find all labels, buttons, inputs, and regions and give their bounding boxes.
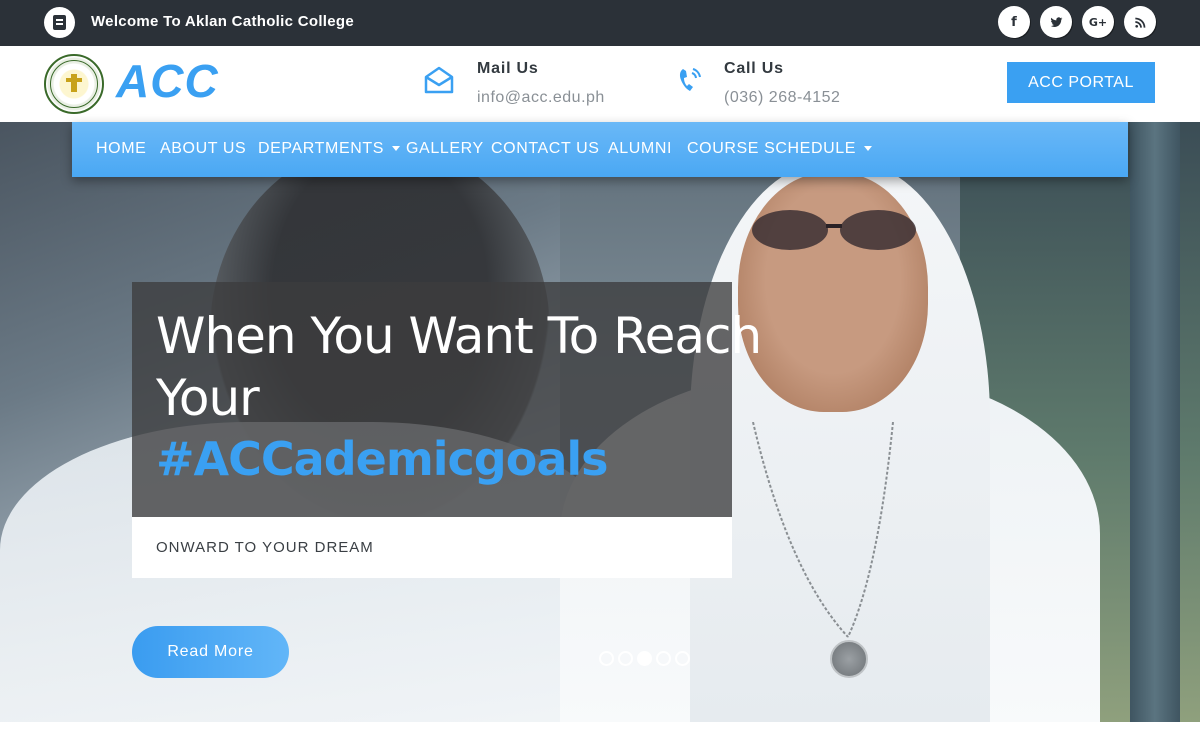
college-seal-logo[interactable] (44, 54, 104, 114)
slide-subtitle-box: ONWARD TO YOUR DREAM (132, 517, 732, 578)
cross-icon (66, 74, 82, 92)
nav-label: CONTACT US (491, 140, 600, 157)
nav-label: ABOUT US (160, 140, 247, 157)
slide-heading-line1: When You Want To Reach (156, 307, 762, 365)
nav-item-gallery[interactable]: GALLERY (406, 140, 484, 158)
slide-caption: When You Want To Reach Your #ACCademicgo… (132, 282, 762, 517)
nav-item-alumni[interactable]: ALUMNI (608, 140, 672, 158)
phone-number[interactable]: (036) 268-4152 (724, 89, 840, 107)
slider-pagination (599, 651, 690, 667)
nav-item-course-schedule[interactable]: COURSE SCHEDULE (687, 140, 873, 158)
slider-dot[interactable] (599, 651, 614, 666)
nav-item-contact-us[interactable]: CONTACT US (491, 140, 600, 158)
caret-down-icon (392, 146, 401, 152)
facebook-icon[interactable]: f (998, 6, 1030, 38)
envelope-icon (423, 64, 455, 96)
call-title: Call Us (724, 60, 784, 77)
google-plus-icon[interactable]: G+ (1082, 6, 1114, 38)
caret-down-icon (864, 146, 873, 152)
hero-pillar (1130, 122, 1180, 722)
mail-title: Mail Us (477, 60, 539, 77)
slider-dot[interactable] (656, 651, 671, 666)
hero-necklace (752, 422, 894, 638)
acc-portal-button[interactable]: ACC PORTAL (1007, 62, 1155, 103)
top-bar: Welcome To Aklan Catholic College f G+ (0, 0, 1200, 46)
slider-dot[interactable] (618, 651, 633, 666)
hero-glasses (752, 210, 916, 250)
slider-dot[interactable] (675, 651, 690, 666)
welcome-text: Welcome To Aklan Catholic College (91, 13, 355, 30)
slide-hashtag: #ACCademicgoals (156, 432, 609, 486)
slide-subtitle: ONWARD TO YOUR DREAM (156, 539, 374, 556)
nav-label: COURSE SCHEDULE (687, 140, 857, 157)
rss-icon[interactable] (1124, 6, 1156, 38)
site-header: ACC Mail Us info@acc.edu.ph Call Us (036… (0, 46, 1200, 122)
brand-name[interactable]: ACC (116, 54, 219, 108)
slider-dot-active[interactable] (637, 651, 652, 666)
phone-icon (674, 64, 706, 96)
read-more-button[interactable]: Read More (132, 626, 289, 678)
twitter-icon[interactable] (1040, 6, 1072, 38)
nav-label: GALLERY (406, 140, 484, 157)
nav-label: HOME (96, 140, 147, 157)
slide-heading-line2: Your (156, 369, 260, 427)
nav-item-about-us[interactable]: ABOUT US (160, 140, 246, 158)
nav-label: DEPARTMENTS (258, 140, 385, 157)
mail-address[interactable]: info@acc.edu.ph (477, 89, 605, 107)
book-icon (44, 7, 75, 38)
nav-item-home[interactable]: HOME (96, 140, 146, 158)
nav-label: ALUMNI (608, 140, 673, 157)
nav-item-departments[interactable]: DEPARTMENTS (258, 140, 401, 158)
hero-medal (830, 640, 868, 678)
main-navigation: HOME ABOUT US DEPARTMENTS GALLERY CONTAC… (72, 122, 1128, 177)
